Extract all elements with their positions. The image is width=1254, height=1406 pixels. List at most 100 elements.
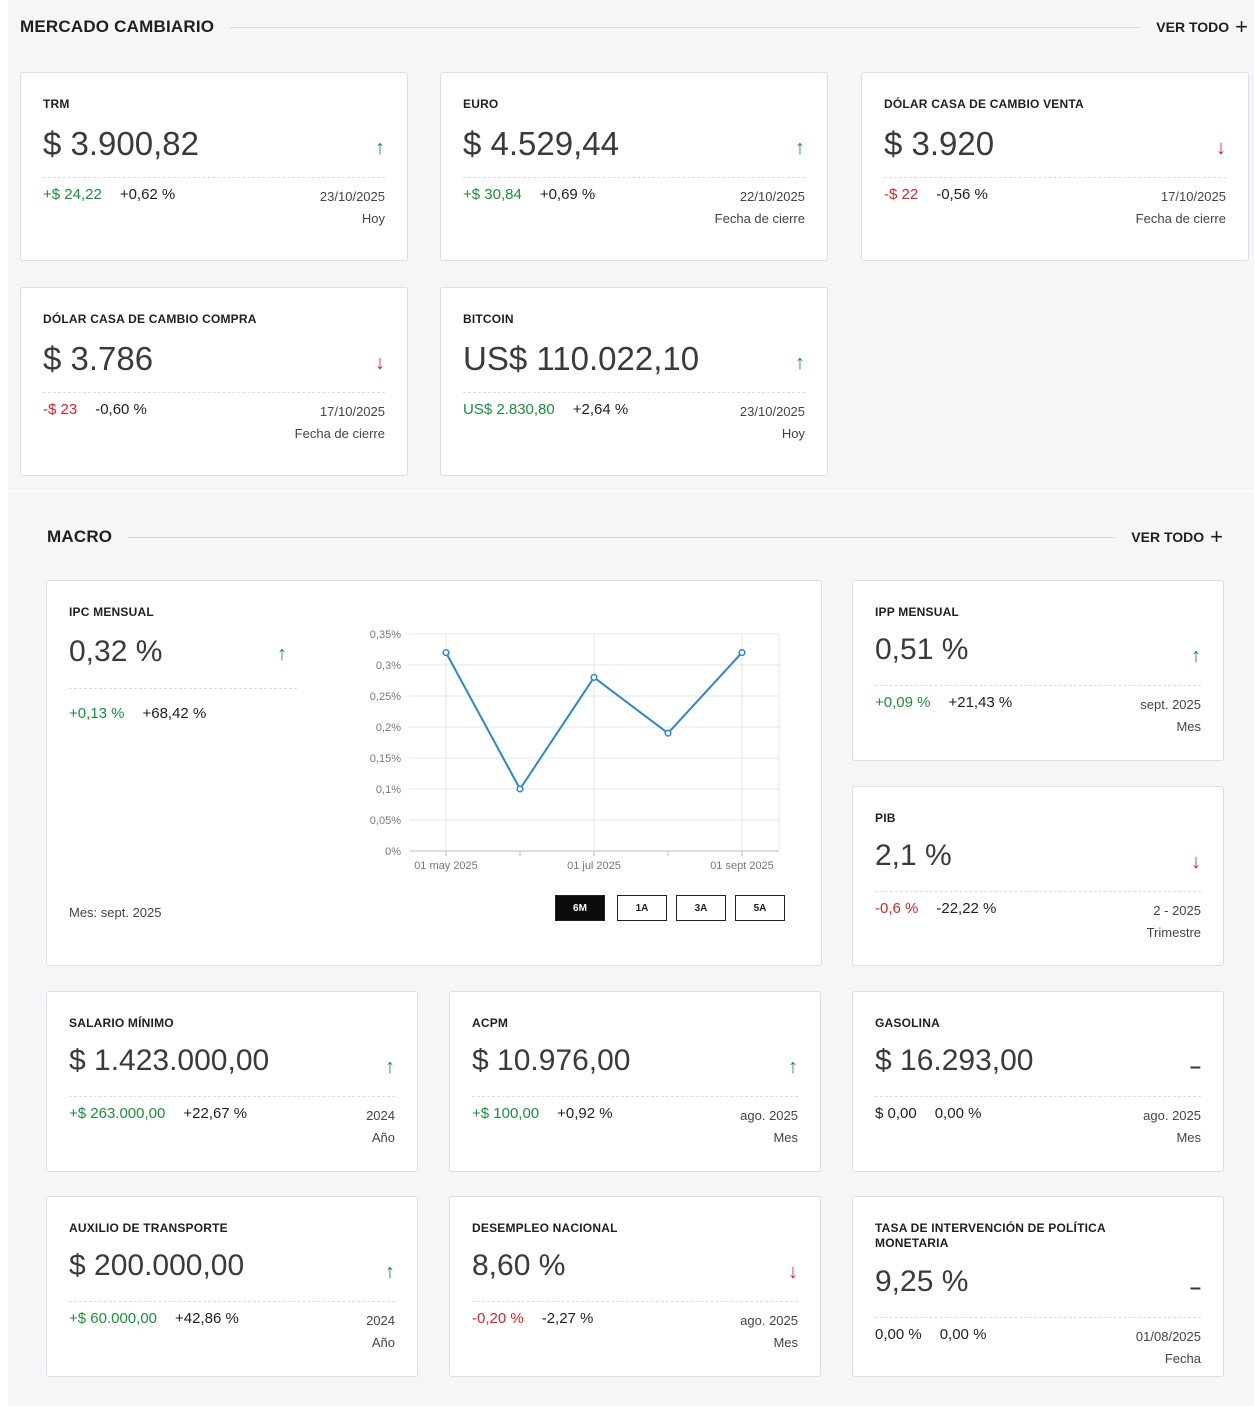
divider (875, 1317, 1201, 1318)
card-title: GASOLINA (875, 1016, 940, 1030)
change-row: +$ 24,22 +0,62 % (43, 186, 175, 203)
divider (884, 177, 1226, 178)
arrow-up-icon: ↑ (795, 352, 805, 374)
abs-change: +$ 263.000,00 (69, 1105, 166, 1122)
card-title: IPP MENSUAL (875, 605, 959, 619)
date-label: 23/10/2025 (739, 404, 805, 419)
arrow-up-icon: ↑ (375, 137, 385, 159)
indicator-card[interactable]: DÓLAR CASA DE CAMBIO COMPRA $ 3.786 ↓ -$… (20, 287, 408, 476)
indicator-card[interactable]: AUXILIO DE TRANSPORTE $ 200.000,00 ↑ +$ … (46, 1196, 418, 1377)
period-type-label: Fecha (1164, 1351, 1201, 1366)
date-label: ago. 2025 (1143, 1108, 1201, 1123)
y-tick-label: 0,2% (376, 722, 401, 734)
section-divider (230, 26, 1141, 28)
indicator-card[interactable]: DESEMPLEO NACIONAL 8,60 % ↓ -0,20 % -2,27… (449, 1196, 821, 1377)
mercado-header: MERCADO CAMBIARIO VER TODO + (20, 14, 1248, 40)
divider (463, 177, 805, 178)
section-title: MACRO (47, 527, 113, 546)
date-label: 23/10/2025 (319, 189, 385, 204)
indicator-card[interactable]: SALARIO MÍNIMO $ 1.423.000,00 ↑ +$ 263.0… (46, 991, 418, 1172)
divider (69, 1301, 395, 1302)
y-tick-label: 0,3% (376, 660, 401, 672)
indicator-card[interactable]: IPP MENSUAL 0,51 % ↑ +0,09 % +21,43 % sep… (852, 580, 1224, 761)
indicator-card[interactable]: ACPM $ 10.976,00 ↑ +$ 100,00 +0,92 % ago.… (449, 991, 821, 1172)
data-point (664, 729, 672, 737)
card-value: 0,51 % (875, 633, 969, 666)
period-type-label: Año (371, 1335, 395, 1350)
ver-todo-button[interactable]: VER TODO + (1156, 16, 1248, 38)
period-type-label: Fecha de cierre (294, 426, 385, 441)
abs-change: $ 0,00 (875, 1105, 917, 1122)
data-point (442, 649, 450, 657)
card-title: TASA DE INTERVENCIÓN DE POLÍTICA MONETAR… (875, 1221, 1106, 1250)
change-row: -0,20 % -2,27 % (472, 1310, 593, 1327)
card-value: $ 1.423.000,00 (69, 1044, 270, 1077)
card-title: AUXILIO DE TRANSPORTE (69, 1221, 228, 1235)
pct-change: +21,43 % (948, 694, 1013, 711)
change-row: +$ 30,84 +0,69 % (463, 186, 595, 203)
range-button-5a[interactable]: 5A (735, 895, 785, 921)
date-label: 2024 (366, 1108, 395, 1123)
divider (472, 1301, 798, 1302)
card-title: DESEMPLEO NACIONAL (472, 1221, 618, 1235)
dash-icon: – (1189, 1277, 1201, 1299)
card-value: $ 4.529,44 (463, 125, 619, 162)
change-row: US$ 2.830,80 +2,64 % (463, 401, 628, 418)
card-value: $ 16.293,00 (875, 1044, 1034, 1077)
divider (875, 685, 1201, 686)
change-row: 0,00 % 0,00 % (875, 1326, 986, 1343)
change-row: -$ 22 -0,56 % (884, 186, 988, 203)
pct-change: -0,60 % (95, 401, 147, 418)
period-type-label: Mes (773, 1335, 798, 1350)
divider (43, 177, 385, 178)
arrow-up-icon: ↑ (385, 1056, 395, 1078)
pct-change: +2,64 % (572, 401, 629, 418)
arrow-down-icon: ↓ (1191, 851, 1201, 873)
ver-todo-button[interactable]: VER TODO + (1131, 526, 1223, 548)
x-tick-label: 01 sept 2025 (710, 860, 774, 872)
divider (43, 392, 385, 393)
card-value: 2,1 % (875, 839, 952, 872)
divider (875, 1096, 1201, 1097)
indicator-card[interactable]: PIB 2,1 % ↓ -0,6 % -22,22 % 2 - 2025 Trim… (852, 786, 1224, 966)
indicator-card[interactable]: TASA DE INTERVENCIÓN DE POLÍTICA MONETAR… (852, 1196, 1224, 1377)
pct-change: -22,22 % (936, 900, 997, 917)
date-label: 2024 (366, 1313, 395, 1328)
period-type-label: Mes (1176, 719, 1201, 734)
divider (875, 891, 1201, 892)
abs-change: +$ 100,00 (472, 1105, 540, 1122)
indicator-card[interactable]: DÓLAR CASA DE CAMBIO VENTA $ 3.920 ↓ -$ … (861, 72, 1249, 261)
card-value: $ 3.900,82 (43, 125, 199, 162)
arrow-down-icon: ↓ (788, 1261, 798, 1283)
date-label: 2 - 2025 (1153, 903, 1201, 918)
x-tick-label: 01 jul 2025 (567, 860, 621, 872)
y-tick-label: 0% (385, 846, 401, 858)
y-tick-label: 0,25% (370, 691, 401, 703)
period-type-label: Hoy (361, 211, 385, 226)
indicator-card[interactable]: BITCOIN US$ 110.022,10 ↑ US$ 2.830,80 +2,… (440, 287, 828, 476)
range-button-3a[interactable]: 3A (676, 895, 726, 921)
pct-change: 0,00 % (939, 1326, 987, 1343)
card-title: DÓLAR CASA DE CAMBIO VENTA (884, 97, 1084, 111)
ipc-card: IPC MENSUAL 0,32 % ↑ +0,13 % +68,42 % Mes… (46, 580, 822, 966)
abs-change: +$ 24,22 (43, 186, 102, 203)
range-button-1a[interactable]: 1A (617, 895, 667, 921)
range-button-6m[interactable]: 6M (555, 895, 605, 921)
indicator-card[interactable]: EURO $ 4.529,44 ↑ +$ 30,84 +0,69 % 22/10/… (440, 72, 828, 261)
indicator-card[interactable]: TRM $ 3.900,82 ↑ +$ 24,22 +0,62 % 23/10/2… (20, 72, 408, 261)
card-title: PIB (875, 811, 896, 825)
date-label: 01/08/2025 (1135, 1329, 1201, 1344)
change-row: +$ 60.000,00 +42,86 % (69, 1310, 239, 1327)
divider (472, 1096, 798, 1097)
change-row: $ 0,00 0,00 % (875, 1105, 981, 1122)
indicator-card[interactable]: GASOLINA $ 16.293,00 – $ 0,00 0,00 % ago.… (852, 991, 1224, 1172)
section-title: MERCADO CAMBIARIO (20, 17, 215, 36)
card-value: $ 3.920 (884, 125, 995, 162)
period-type-label: Fecha de cierre (1135, 211, 1226, 226)
divider (69, 1096, 395, 1097)
arrow-up-icon: ↑ (795, 137, 805, 159)
period-type-label: Mes (773, 1130, 798, 1145)
abs-change: -$ 22 (884, 186, 919, 203)
y-tick-label: 0,05% (370, 815, 401, 827)
pct-change: +22,67 % (183, 1105, 248, 1122)
